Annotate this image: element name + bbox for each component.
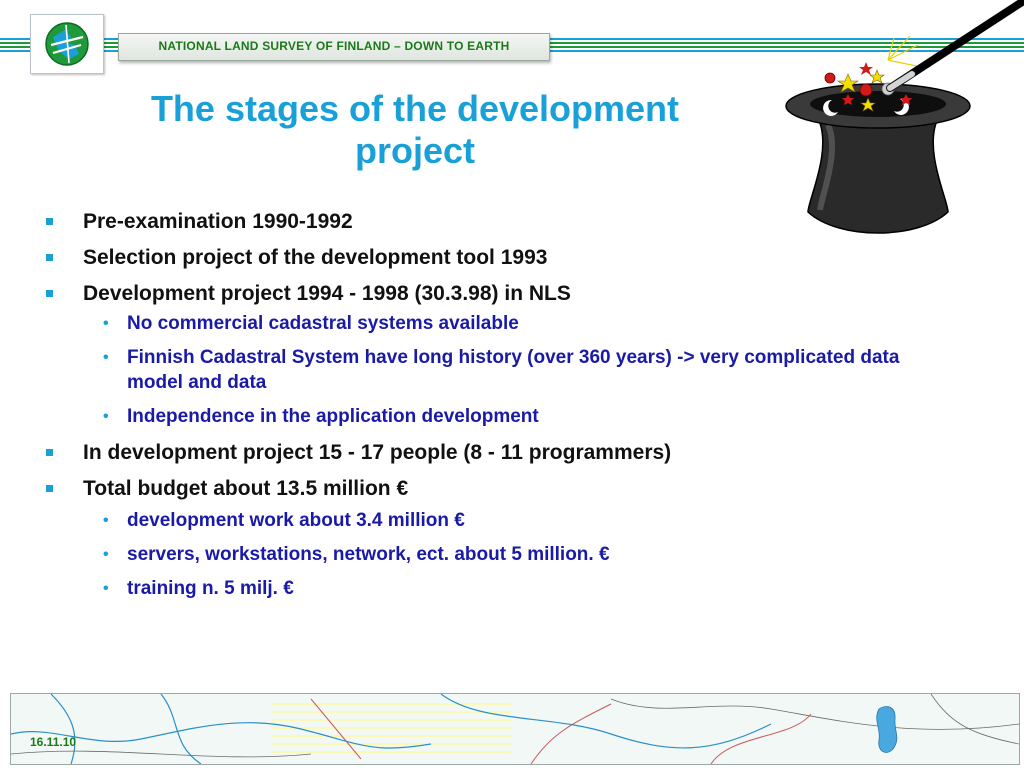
bullet-item: In development project 15 - 17 people (8… (46, 439, 986, 466)
square-bullet-icon (46, 485, 53, 492)
bullet-item: Pre-examination 1990-1992 (46, 208, 986, 235)
logo-box (30, 14, 104, 74)
bullet-item: Selection project of the development too… (46, 244, 986, 271)
sub-bullet-text: training n. 5 milj. € (127, 578, 294, 599)
dot-bullet-icon: • (103, 315, 109, 332)
header-banner: NATIONAL LAND SURVEY OF FINLAND – DOWN T… (118, 33, 550, 61)
slide-title-line-1: The stages of the development (150, 88, 680, 129)
sub-bullet-item: • Independence in the application develop… (46, 404, 986, 429)
bullet-text: Development project 1994 - 1998 (30.3.98… (83, 282, 571, 305)
sub-bullet-item: • development work about 3.4 million € (46, 508, 986, 533)
dot-bullet-icon: • (103, 580, 109, 597)
bullet-item: Total budget about 13.5 million € (46, 475, 986, 502)
footer-date: 16.11.10 (30, 735, 77, 749)
dot-bullet-icon: • (103, 512, 109, 529)
square-bullet-icon (46, 218, 53, 225)
slide-title-line-2: project (354, 130, 476, 171)
sub-bullet-item: • servers, workstations, network, ect. ab… (46, 542, 986, 567)
slide-title: The stages of the development project (60, 88, 770, 172)
sub-bullet-text: Finnish Cadastral System have long histo… (127, 347, 900, 393)
nls-globe-logo-icon (45, 22, 89, 66)
square-bullet-icon (46, 254, 53, 261)
sub-bullet-item: • No commercial cadastral systems availab… (46, 311, 986, 336)
bullet-text: Pre-examination 1990-1992 (83, 210, 353, 233)
sub-bullet-text: development work about 3.4 million € (127, 510, 465, 531)
sub-bullet-text: servers, workstations, network, ect. abo… (127, 544, 610, 565)
square-bullet-icon (46, 290, 53, 297)
bullet-text: In development project 15 - 17 people (8… (83, 441, 672, 464)
sub-bullet-item: • Finnish Cadastral System have long hist… (46, 345, 986, 395)
footer-map-band (10, 693, 1020, 765)
bullet-text: Selection project of the development too… (83, 246, 548, 269)
header-banner-text: NATIONAL LAND SURVEY OF FINLAND – DOWN T… (158, 39, 510, 53)
bullet-list: Pre-examination 1990-1992 Selection proj… (46, 208, 986, 610)
dot-bullet-icon: • (103, 408, 109, 425)
dot-bullet-icon: • (103, 546, 109, 563)
sub-bullet-text: Independence in the application developm… (127, 406, 539, 427)
square-bullet-icon (46, 449, 53, 456)
bullet-text: Total budget about 13.5 million € (83, 477, 409, 500)
dot-bullet-icon: • (103, 349, 109, 366)
map-strip-icon (11, 694, 1019, 764)
sub-bullet-text: No commercial cadastral systems availabl… (127, 313, 519, 334)
sub-bullet-item: • training n. 5 milj. € (46, 576, 986, 601)
bullet-item: Development project 1994 - 1998 (30.3.98… (46, 280, 986, 307)
